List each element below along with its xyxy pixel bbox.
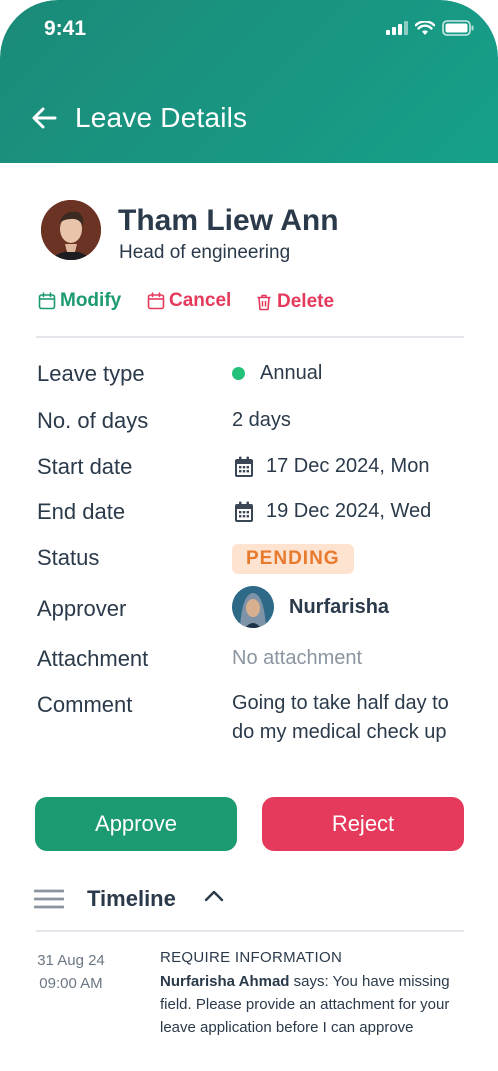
approver-label: Approver (37, 596, 127, 621)
days-label: No. of days (37, 408, 149, 433)
end-date-text: 19 Dec 2024, Wed (266, 500, 432, 522)
employee-title: Head of engineering (119, 242, 291, 263)
delete-label: Delete (277, 291, 335, 312)
battery-icon (442, 20, 474, 36)
calendar-x-icon (147, 292, 165, 310)
approver-name: Nurfarisha (289, 595, 390, 618)
approver-avatar (232, 586, 274, 628)
timeline-title: Timeline (87, 886, 176, 911)
chevron-up-icon[interactable] (204, 889, 224, 903)
timeline-date: 31 Aug 24 (37, 952, 105, 969)
start-date-value: 17 Dec 2024, Mon (232, 455, 429, 478)
back-arrow-icon[interactable] (30, 104, 58, 132)
calendar-icon (38, 292, 56, 310)
timeline-author: Nurfarisha Ahmad (160, 973, 290, 990)
delete-button[interactable]: Delete (255, 291, 334, 313)
calendar-icon (235, 456, 253, 477)
status-time: 9:41 (44, 17, 87, 40)
modify-label: Modify (60, 290, 122, 311)
cancel-button[interactable]: Cancel (147, 290, 231, 312)
status-value: PENDING (232, 544, 354, 574)
leave-type-label: Leave type (37, 361, 145, 386)
phone-screen: 9:41 Leave Details Tham Liew Ann Head of… (0, 0, 498, 1071)
calendar-icon (235, 501, 253, 522)
approve-button[interactable]: Approve (35, 797, 237, 851)
reject-button[interactable]: Reject (262, 797, 464, 851)
wifi-icon (415, 20, 435, 35)
cancel-label: Cancel (169, 290, 232, 311)
comment-value: Going to take half day to do my medical … (232, 692, 449, 743)
status-label: Status (37, 545, 100, 570)
comment-label: Comment (37, 692, 133, 717)
timeline-time: 09:00 AM (39, 975, 103, 992)
employee-name: Tham Liew Ann (118, 204, 339, 237)
timeline-entry-date: 31 Aug 24 09:00 AM (35, 949, 107, 995)
leave-type-text: Annual (260, 362, 323, 384)
days-value: 2 days (232, 409, 291, 431)
divider (36, 336, 464, 338)
end-date-label: End date (37, 499, 126, 524)
end-date-value: 19 Dec 2024, Wed (232, 500, 431, 523)
modify-button[interactable]: Modify (38, 290, 121, 312)
timeline-entry-heading: REQUIRE INFORMATION (160, 949, 343, 966)
status-badge: PENDING (232, 544, 354, 574)
page-title: Leave Details (75, 102, 248, 133)
timeline-entry-message: Nurfarisha Ahmad says: You have missing … (160, 970, 480, 1039)
leave-type-value: Annual (232, 362, 322, 385)
start-date-text: 17 Dec 2024, Mon (266, 455, 430, 477)
menu-icon[interactable] (34, 888, 64, 910)
attachment-label: Attachment (37, 646, 149, 671)
signal-icon (386, 21, 408, 35)
status-icons (386, 20, 474, 36)
app-header: 9:41 Leave Details (0, 0, 498, 163)
attachment-value: No attachment (232, 647, 363, 669)
divider (36, 930, 464, 932)
trash-icon (257, 294, 271, 311)
employee-avatar (41, 200, 101, 260)
start-date-label: Start date (37, 454, 133, 479)
approver-value: Nurfarisha (232, 586, 389, 628)
leave-type-dot (232, 367, 245, 380)
